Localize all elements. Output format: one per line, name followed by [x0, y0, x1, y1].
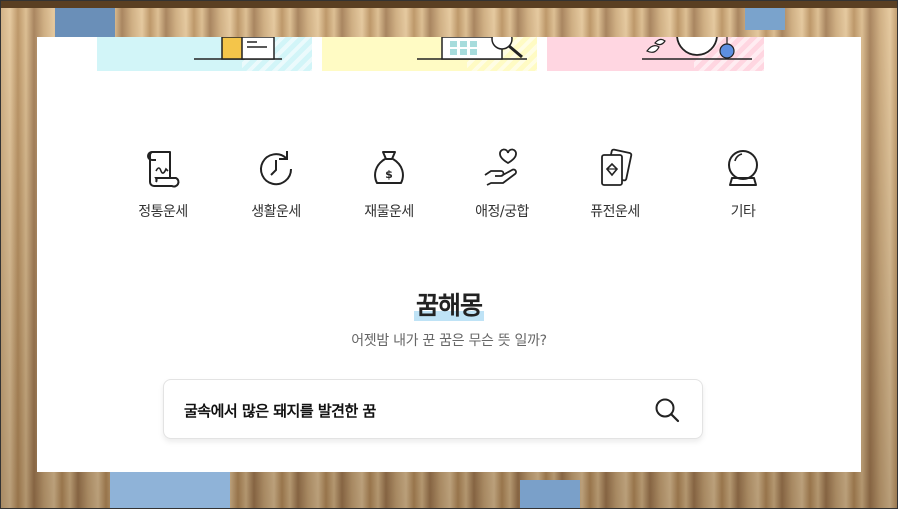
scroll-icon: [147, 151, 180, 188]
clock-refresh-icon: [260, 151, 293, 186]
banner-cyan[interactable]: [97, 37, 312, 71]
category-item-traditional[interactable]: 정통운세: [113, 147, 213, 221]
category-label: 애정/궁합: [475, 204, 529, 220]
dream-subtitle: 어젯밤 내가 꾼 꿈은 무슨 뜻 일까?: [351, 333, 547, 349]
cards-icon: [601, 148, 633, 186]
money-bag-icon: $: [374, 151, 404, 184]
crystal-ball-icon: [728, 150, 758, 186]
dream-title-text: 꿈해몽: [415, 291, 483, 320]
dream-title: 꿈해몽: [413, 290, 484, 322]
dream-search-input[interactable]: [182, 380, 626, 440]
category-item-etc[interactable]: 기타: [693, 147, 793, 221]
banner-row: [97, 37, 764, 71]
banner-yellow[interactable]: [322, 37, 537, 71]
notebook-illustration: [194, 37, 282, 60]
dream-section-header: 꿈해몽: [37, 290, 861, 322]
category-label: 정통운세: [138, 204, 188, 220]
search-icon[interactable]: [654, 397, 680, 423]
category-label: 생활운세: [251, 204, 301, 220]
category-menu: 정통운세 생활운세 $ 재물운세 애정/궁합 퓨전운세 기타: [113, 147, 793, 227]
category-item-love[interactable]: 애정/궁합: [452, 147, 552, 221]
svg-text:$: $: [385, 168, 393, 181]
banner-pink[interactable]: [547, 37, 764, 71]
search-illustration: [417, 37, 527, 60]
heart-hand-icon: [484, 148, 517, 186]
category-item-wealth[interactable]: $ 재물운세: [339, 147, 439, 221]
category-label: 기타: [730, 204, 756, 220]
content-card: 정통운세 생활운세 $ 재물운세 애정/궁합 퓨전운세 기타 꿈해몽 어젯밤 내…: [37, 37, 861, 472]
crystal-ball-illustration: [642, 37, 752, 60]
category-label: 재물운세: [364, 204, 414, 220]
dream-search-box: [163, 379, 703, 440]
category-item-fusion[interactable]: 퓨전운세: [565, 147, 665, 221]
category-item-daily[interactable]: 생활운세: [226, 147, 326, 221]
category-label: 퓨전운세: [590, 204, 640, 220]
